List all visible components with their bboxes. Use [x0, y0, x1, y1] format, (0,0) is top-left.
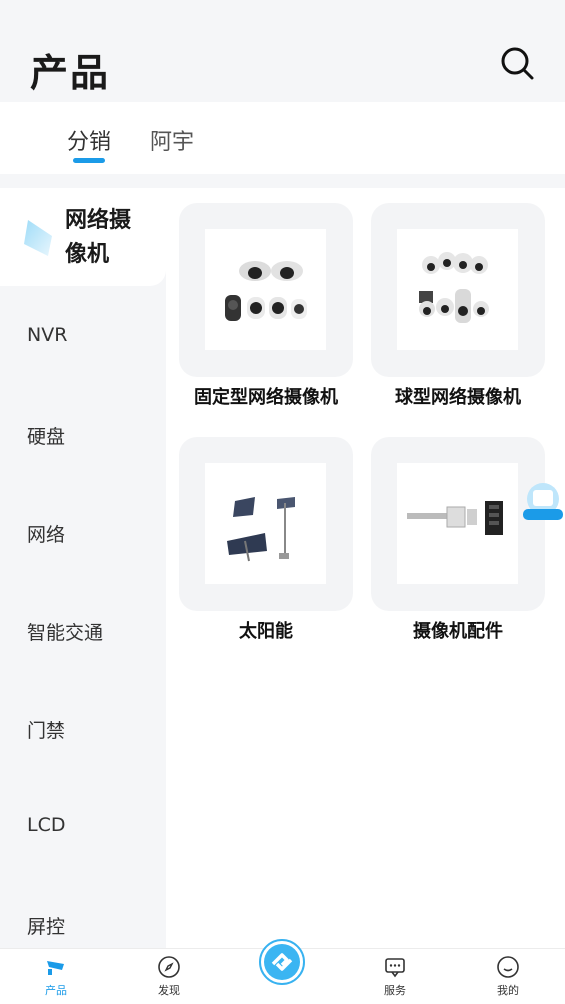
nav-label: 产品	[45, 984, 67, 997]
sidebar-item-label: 门禁	[27, 720, 66, 742]
product-name: 太阳能	[239, 621, 293, 642]
product-image-frame	[179, 203, 353, 377]
nav-label: 服务	[384, 984, 406, 997]
nav-label: 我的	[497, 984, 519, 997]
tab-fenxiao[interactable]: 分销	[67, 124, 111, 156]
product-card-fixed-camera[interactable]: 固定型网络摄像机	[179, 203, 353, 408]
fixed-camera-image	[205, 229, 326, 350]
product-name: 固定型网络摄像机	[194, 387, 338, 408]
category-sidebar: 网络摄像机 NVR 硬盘 网络 智能交通 门禁 LCD 屏控	[0, 188, 166, 948]
tab-bar: 分销 阿宇	[0, 102, 565, 174]
chat-icon	[385, 958, 405, 978]
sidebar-item-label: 网络摄像机	[65, 208, 132, 267]
product-card-camera-accessories[interactable]: 摄像机配件	[371, 437, 545, 642]
dome-camera-image	[397, 229, 518, 350]
product-grid: 固定型网络摄像机 球型网络摄像机 太阳能 摄像机配件	[166, 188, 565, 948]
sidebar-item-label: LCD	[27, 814, 66, 836]
sidebar-item-network-camera[interactable]: 网络摄像机	[0, 188, 166, 286]
sidebar-item-label: 硬盘	[27, 426, 66, 448]
camera-accessories-image	[397, 463, 518, 584]
active-category-marker-icon	[24, 220, 52, 256]
nav-label: 发现	[158, 984, 180, 997]
sidebar-item-label: 屏控	[27, 916, 66, 938]
feedback-icon[interactable]	[521, 481, 565, 525]
product-card-dome-camera[interactable]: 球型网络摄像机	[371, 203, 545, 408]
solar-kit-image	[205, 463, 326, 584]
nav-mine[interactable]: 我的	[478, 955, 538, 998]
nav-discover[interactable]: 发现	[139, 955, 199, 998]
product-image-frame	[371, 437, 545, 611]
sidebar-item-label: NVR	[27, 324, 68, 346]
home-logo-button[interactable]	[259, 939, 305, 985]
bottom-navigation: 产品 发现 服务 我的	[0, 939, 565, 1004]
search-icon[interactable]	[499, 45, 535, 81]
product-card-solar[interactable]: 太阳能	[179, 437, 353, 642]
brand-logo-icon	[264, 944, 300, 980]
active-tab-indicator	[73, 158, 105, 163]
compass-icon	[158, 956, 180, 978]
camera-icon	[47, 961, 64, 975]
header: 产品	[0, 0, 565, 102]
product-name: 摄像机配件	[413, 621, 503, 642]
product-name: 球型网络摄像机	[395, 387, 521, 408]
sidebar-item-label: 智能交通	[27, 622, 104, 644]
page-title: 产品	[30, 51, 111, 95]
product-image-frame	[179, 437, 353, 611]
smile-icon	[497, 956, 519, 978]
product-page: 产品 分销 阿宇 网络摄像机 NVR 硬盘 网络 智能交通 门禁 LCD 屏控 …	[0, 0, 565, 1004]
sidebar-item-label: 网络	[27, 524, 66, 546]
product-image-frame	[371, 203, 545, 377]
nav-products[interactable]: 产品	[26, 955, 86, 998]
nav-service[interactable]: 服务	[365, 955, 425, 998]
tab-ayu[interactable]: 阿宇	[150, 124, 194, 156]
